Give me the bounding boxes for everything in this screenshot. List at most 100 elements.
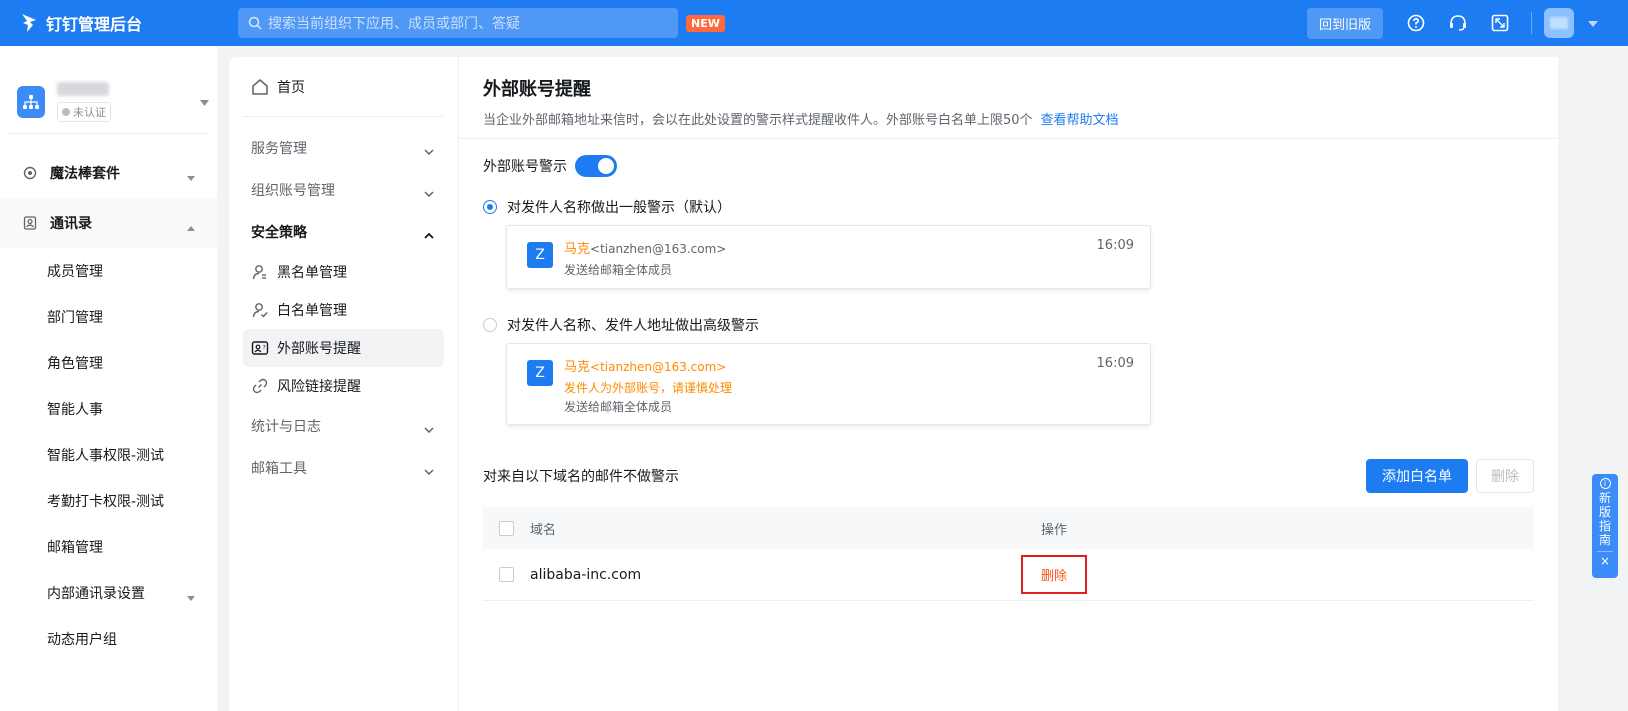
column-action: 操作 <box>1041 522 1068 538</box>
menu-item-external-account-alert[interactable]: ? 外部账号提醒 <box>243 329 444 367</box>
contacts-icon <box>22 215 38 231</box>
recipient-info: 发送给邮箱全体成员 <box>564 263 673 277</box>
preview-card-advanced: Z 马克<tianzhen@163.com> 发件人为外部账号，请谨慎处理 发送… <box>506 343 1151 425</box>
mail-time: 16:09 <box>1096 238 1134 253</box>
app-title: 钉钉管理后台 <box>46 15 143 34</box>
sidebar-item-roles[interactable]: 角色管理 <box>0 340 217 386</box>
whitelist-icon <box>252 303 268 318</box>
new-badge: NEW <box>686 14 725 32</box>
chevron-down-icon[interactable] <box>200 94 209 110</box>
row-checkbox[interactable] <box>499 567 514 582</box>
external-warning-toggle-row: 外部账号警示 <box>459 139 1558 177</box>
org-switcher[interactable]: 未认证 <box>8 46 209 134</box>
fullscreen-icon[interactable] <box>1489 12 1511 34</box>
external-warning-toggle[interactable] <box>575 155 617 177</box>
chevron-up-icon <box>187 219 195 235</box>
chevron-down-icon <box>424 421 434 437</box>
sender-email: <tianzhen@163.com> <box>590 360 727 374</box>
option-advanced-warning[interactable]: 对发件人名称、发件人地址做出高级警示 <box>459 315 1558 335</box>
app-logo[interactable]: 钉钉管理后台 <box>20 11 238 35</box>
menu-item-blacklist[interactable]: 黑名单管理 <box>243 253 444 291</box>
whitelist-table: 域名 操作 alibaba-inc.com 删除 <box>483 507 1534 601</box>
preview-card-general: Z 马克<tianzhen@163.com> 发送给邮箱全体成员 16:09 <box>506 225 1151 289</box>
help-icon[interactable] <box>1405 12 1427 34</box>
select-all-checkbox[interactable] <box>499 520 514 536</box>
column-domain: 域名 <box>530 522 557 538</box>
recipient-info: 发送给邮箱全体成员 <box>564 400 673 414</box>
org-logo-icon <box>17 85 45 118</box>
search-icon <box>248 16 262 30</box>
blacklist-icon <box>252 265 266 280</box>
main-content: 外部账号提醒 当企业外部邮箱地址来信时，会以在此处设置的警示样式提醒收件人。外部… <box>459 57 1558 711</box>
chevron-down-icon <box>187 169 195 185</box>
dingtalk-logo-icon <box>22 14 36 32</box>
sidebar-group-magic-wand[interactable]: 魔法棒套件 <box>0 148 217 198</box>
external-account-icon: ? <box>251 341 269 355</box>
toggle-label: 外部账号警示 <box>483 159 567 175</box>
menu-section-org-account-management[interactable]: 组织账号管理 <box>229 169 458 211</box>
whitelist-header: 对来自以下域名的邮件不做警示 添加白名单 删除 <box>459 459 1558 493</box>
sender-avatar: Z <box>527 242 553 268</box>
magic-wand-icon <box>22 165 38 181</box>
chevron-down-icon <box>424 185 434 201</box>
radio-general-warning[interactable] <box>483 200 497 214</box>
sender-avatar: Z <box>527 360 553 386</box>
sidebar-item-dynamic-user-group[interactable]: 动态用户组 <box>0 616 217 662</box>
left-sidebar: 未认证 魔法棒套件 通讯录 成员管理 部门管理 角色管理 智能人事 智能人事权限… <box>0 46 217 711</box>
back-to-old-version-button[interactable]: 回到旧版 <box>1306 7 1383 39</box>
menu-section-mailbox-tools[interactable]: 邮箱工具 <box>229 447 458 489</box>
page-title: 外部账号提醒 <box>483 79 591 100</box>
whitelist-title: 对来自以下域名的邮件不做警示 <box>483 469 679 485</box>
menu-item-home[interactable]: 首页 <box>243 57 444 117</box>
info-icon: i <box>1599 478 1611 489</box>
link-icon <box>252 378 268 394</box>
sidebar-item-internal-contacts-settings[interactable]: 内部通讯录设置 <box>0 570 217 616</box>
table-header: 域名 操作 <box>483 507 1534 549</box>
menu-item-risk-link-alert[interactable]: 风险链接提醒 <box>243 367 444 405</box>
sidebar-item-members[interactable]: 成员管理 <box>0 248 217 294</box>
home-icon <box>252 78 268 95</box>
chevron-up-icon <box>424 227 434 243</box>
sidebar-item-smart-hr[interactable]: 智能人事 <box>0 386 217 432</box>
mail-time: 16:09 <box>1096 356 1134 371</box>
chevron-down-icon[interactable] <box>1588 15 1598 31</box>
help-doc-link[interactable]: 查看帮助文档 <box>1041 113 1119 128</box>
external-warning-text: 发件人为外部账号，请谨慎处理 <box>564 381 733 395</box>
sidebar-item-departments[interactable]: 部门管理 <box>0 294 217 340</box>
certification-badge: 未认证 <box>57 101 111 122</box>
menu-section-service-management[interactable]: 服务管理 <box>229 127 458 169</box>
sidebar-group-contacts[interactable]: 通讯录 <box>0 198 217 248</box>
add-whitelist-button[interactable]: 添加白名单 <box>1366 459 1468 493</box>
search-placeholder: 搜索当前组织下应用、成员或部门、答疑 <box>268 16 520 32</box>
page-header: 外部账号提醒 当企业外部邮箱地址来信时，会以在此处设置的警示样式提醒收件人。外部… <box>459 57 1558 139</box>
delete-row-button[interactable]: 删除 <box>1021 555 1088 594</box>
svg-text:?: ? <box>263 345 266 352</box>
menu-item-whitelist[interactable]: 白名单管理 <box>243 291 444 329</box>
sender-name: 马克 <box>564 360 591 375</box>
close-icon[interactable]: × <box>1597 551 1613 568</box>
sender-name: 马克 <box>564 242 591 257</box>
chevron-down-icon <box>424 143 434 159</box>
page-description: 当企业外部邮箱地址来信时，会以在此处设置的警示样式提醒收件人。外部账号白名单上限… <box>483 113 1119 128</box>
option-general-warning[interactable]: 对发件人名称做出一般警示（默认） <box>459 197 1558 217</box>
sender-email: <tianzhen@163.com> <box>590 242 727 256</box>
menu-section-security-policy[interactable]: 安全策略 <box>229 211 458 253</box>
sidebar-item-mailbox[interactable]: 邮箱管理 <box>0 524 217 570</box>
chevron-down-icon <box>187 589 195 605</box>
secondary-menu: 首页 服务管理 组织账号管理 安全策略 黑名单管理 白名单管理 ? 外部账号提醒… <box>229 57 459 711</box>
user-avatar[interactable] <box>1544 8 1574 38</box>
new-version-guide[interactable]: i 新 版 指 南 × <box>1592 474 1618 578</box>
top-bar: 钉钉管理后台 搜索当前组织下应用、成员或部门、答疑 NEW 回到旧版 <box>0 0 1628 46</box>
menu-section-stats-and-logs[interactable]: 统计与日志 <box>229 405 458 447</box>
search-input[interactable]: 搜索当前组织下应用、成员或部门、答疑 <box>238 8 678 38</box>
domain-cell: alibaba-inc.com <box>530 566 642 583</box>
sidebar-item-attendance-permission-test[interactable]: 考勤打卡权限-测试 <box>0 478 217 524</box>
topbar-divider <box>1531 12 1532 34</box>
chevron-down-icon <box>424 463 434 479</box>
headset-icon[interactable] <box>1447 12 1469 34</box>
table-row: alibaba-inc.com 删除 <box>483 549 1534 601</box>
org-name-blurred <box>57 81 109 96</box>
radio-advanced-warning[interactable] <box>483 318 497 332</box>
sidebar-item-smart-hr-permission-test[interactable]: 智能人事权限-测试 <box>0 432 217 478</box>
bulk-delete-button[interactable]: 删除 <box>1476 459 1534 493</box>
